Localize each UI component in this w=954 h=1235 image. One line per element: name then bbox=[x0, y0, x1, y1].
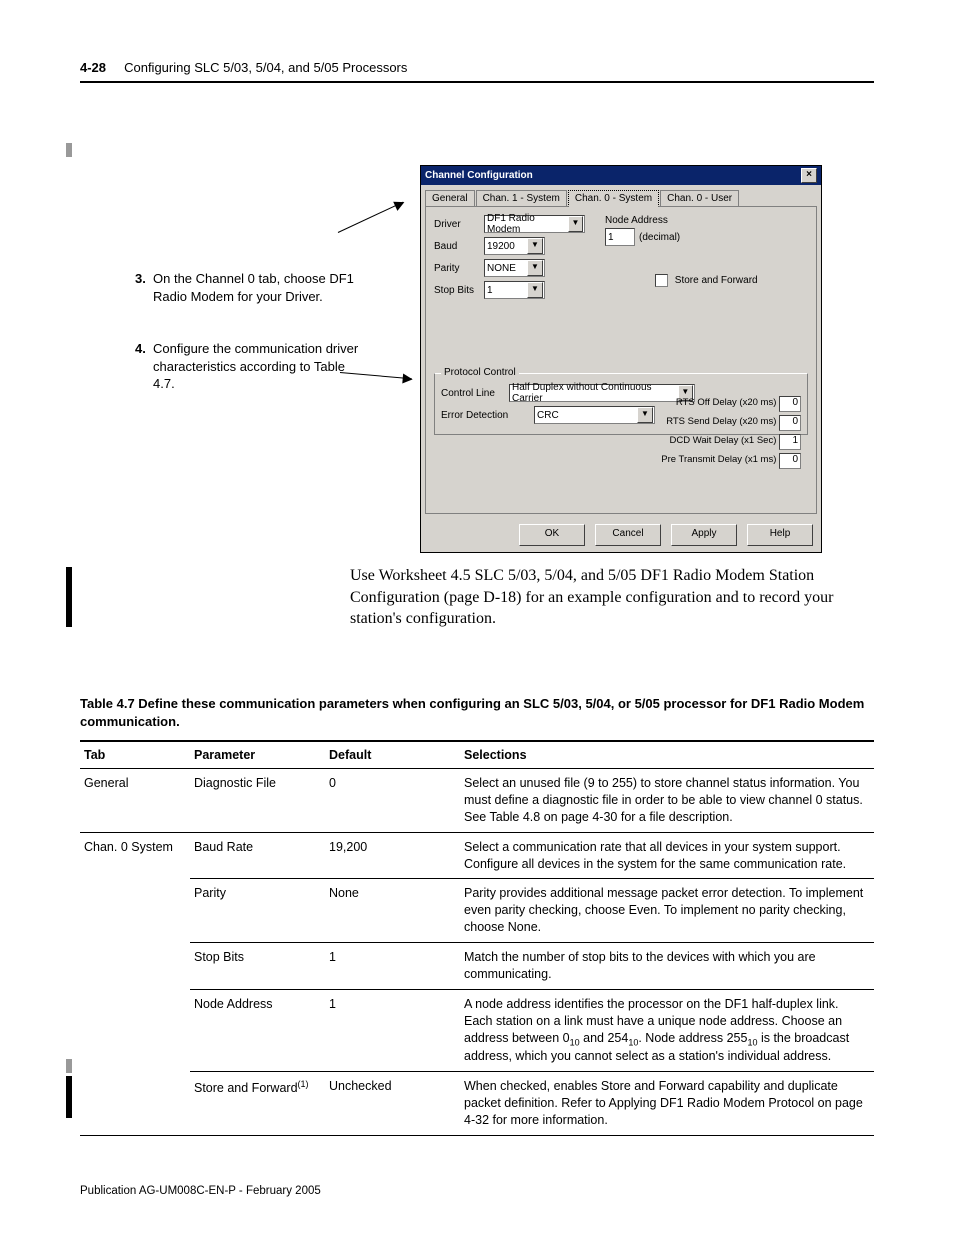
driver-select[interactable]: DF1 Radio Modem ▼ bbox=[484, 215, 585, 233]
publication-footer: Publication AG-UM008C-EN-P - February 20… bbox=[80, 1185, 321, 1197]
table-caption: Table 4.7 Define these communication par… bbox=[80, 695, 874, 731]
chevron-down-icon[interactable]: ▼ bbox=[568, 216, 583, 232]
step-3: 3. On the Channel 0 tab, choose DF1 Radi… bbox=[135, 270, 365, 305]
page-header: 4-28 Configuring SLC 5/03, 5/04, and 5/0… bbox=[80, 60, 874, 83]
step-number: 4. bbox=[135, 340, 153, 358]
dcd-wait-label: DCD Wait Delay (x1 Sec) bbox=[670, 435, 777, 446]
table-row: Stop Bits 1 Match the number of stop bit… bbox=[80, 943, 874, 990]
chevron-down-icon[interactable]: ▼ bbox=[637, 407, 653, 423]
step-number: 3. bbox=[135, 270, 153, 288]
stopbits-select[interactable]: 1 ▼ bbox=[484, 281, 545, 299]
table-row: Parity None Parity provides additional m… bbox=[80, 879, 874, 943]
error-detection-select[interactable]: CRC ▼ bbox=[534, 406, 655, 424]
node-address-label: Node Address bbox=[605, 215, 808, 226]
step-text: On the Channel 0 tab, choose DF1 Radio M… bbox=[153, 270, 365, 305]
cancel-button[interactable]: Cancel bbox=[595, 524, 661, 546]
table-row: General Diagnostic File 0 Select an unus… bbox=[80, 769, 874, 833]
chevron-down-icon[interactable]: ▼ bbox=[527, 282, 543, 298]
change-bar bbox=[66, 1059, 72, 1073]
parity-select[interactable]: NONE ▼ bbox=[484, 259, 545, 277]
driver-label: Driver bbox=[434, 219, 484, 230]
parity-label: Parity bbox=[434, 263, 484, 274]
protocol-control-group: Control Line Half Duplex without Continu… bbox=[434, 373, 808, 435]
step-4: 4. Configure the communication driver ch… bbox=[135, 340, 365, 393]
chevron-down-icon[interactable]: ▼ bbox=[527, 260, 543, 276]
col-selections: Selections bbox=[460, 741, 874, 769]
body-paragraph: Use Worksheet 4.5 SLC 5/03, 5/04, and 5/… bbox=[350, 565, 870, 630]
dcd-wait-input[interactable]: 1 bbox=[779, 434, 801, 450]
control-line-label: Control Line bbox=[441, 388, 509, 399]
table-row: Node Address 1 A node address identifies… bbox=[80, 989, 874, 1071]
tab-chan1-system[interactable]: Chan. 1 - System bbox=[476, 190, 567, 207]
channel-configuration-dialog: Channel Configuration × General Chan. 1 … bbox=[420, 165, 822, 553]
col-tab: Tab bbox=[80, 741, 190, 769]
change-bar bbox=[66, 1076, 72, 1118]
store-forward-label: Store and Forward bbox=[675, 275, 758, 286]
help-button[interactable]: Help bbox=[747, 524, 813, 546]
tab-general[interactable]: General bbox=[425, 190, 475, 207]
change-bar bbox=[66, 143, 72, 157]
col-default: Default bbox=[325, 741, 460, 769]
arrow bbox=[338, 202, 404, 233]
apply-button[interactable]: Apply bbox=[671, 524, 737, 546]
dialog-tabs: General Chan. 1 - System Chan. 0 - Syste… bbox=[421, 185, 821, 206]
table-row: Chan. 0 System Baud Rate 19,200 Select a… bbox=[80, 832, 874, 879]
rts-send-label: RTS Send Delay (x20 ms) bbox=[666, 416, 776, 427]
tab-chan0-system[interactable]: Chan. 0 - System bbox=[568, 190, 659, 207]
store-forward-checkbox[interactable] bbox=[655, 274, 668, 287]
error-detection-label: Error Detection bbox=[441, 410, 509, 421]
close-icon[interactable]: × bbox=[801, 168, 817, 183]
dialog-buttons: OK Cancel Apply Help bbox=[421, 518, 821, 552]
stopbits-label: Stop Bits bbox=[434, 285, 484, 296]
pre-transmit-label: Pre Transmit Delay (x1 ms) bbox=[661, 454, 776, 465]
dialog-titlebar: Channel Configuration × bbox=[421, 166, 821, 185]
col-parameter: Parameter bbox=[190, 741, 325, 769]
page-number: 4-28 bbox=[80, 60, 106, 75]
rts-send-input[interactable]: 0 bbox=[779, 415, 801, 431]
step-text: Configure the communication driver chara… bbox=[153, 340, 365, 393]
chapter-title: Configuring SLC 5/03, 5/04, and 5/05 Pro… bbox=[124, 60, 407, 75]
dialog-title: Channel Configuration bbox=[425, 170, 533, 181]
change-bar bbox=[66, 567, 72, 627]
baud-label: Baud bbox=[434, 241, 484, 252]
rts-off-input[interactable]: 0 bbox=[779, 396, 801, 412]
tab-panel: Driver DF1 Radio Modem ▼ Baud 19200 ▼ bbox=[425, 206, 817, 514]
chevron-down-icon[interactable]: ▼ bbox=[527, 238, 543, 254]
tab-chan0-user[interactable]: Chan. 0 - User bbox=[660, 190, 739, 207]
node-address-unit: (decimal) bbox=[639, 232, 680, 243]
rts-off-label: RTS Off Delay (x20 ms) bbox=[676, 397, 776, 408]
pre-transmit-input[interactable]: 0 bbox=[779, 453, 801, 469]
table-row: Store and Forward(1) Unchecked When chec… bbox=[80, 1072, 874, 1136]
node-address-input[interactable]: 1 bbox=[605, 228, 635, 246]
baud-select[interactable]: 19200 ▼ bbox=[484, 237, 545, 255]
parameters-table: Tab Parameter Default Selections General… bbox=[80, 740, 874, 1136]
ok-button[interactable]: OK bbox=[519, 524, 585, 546]
